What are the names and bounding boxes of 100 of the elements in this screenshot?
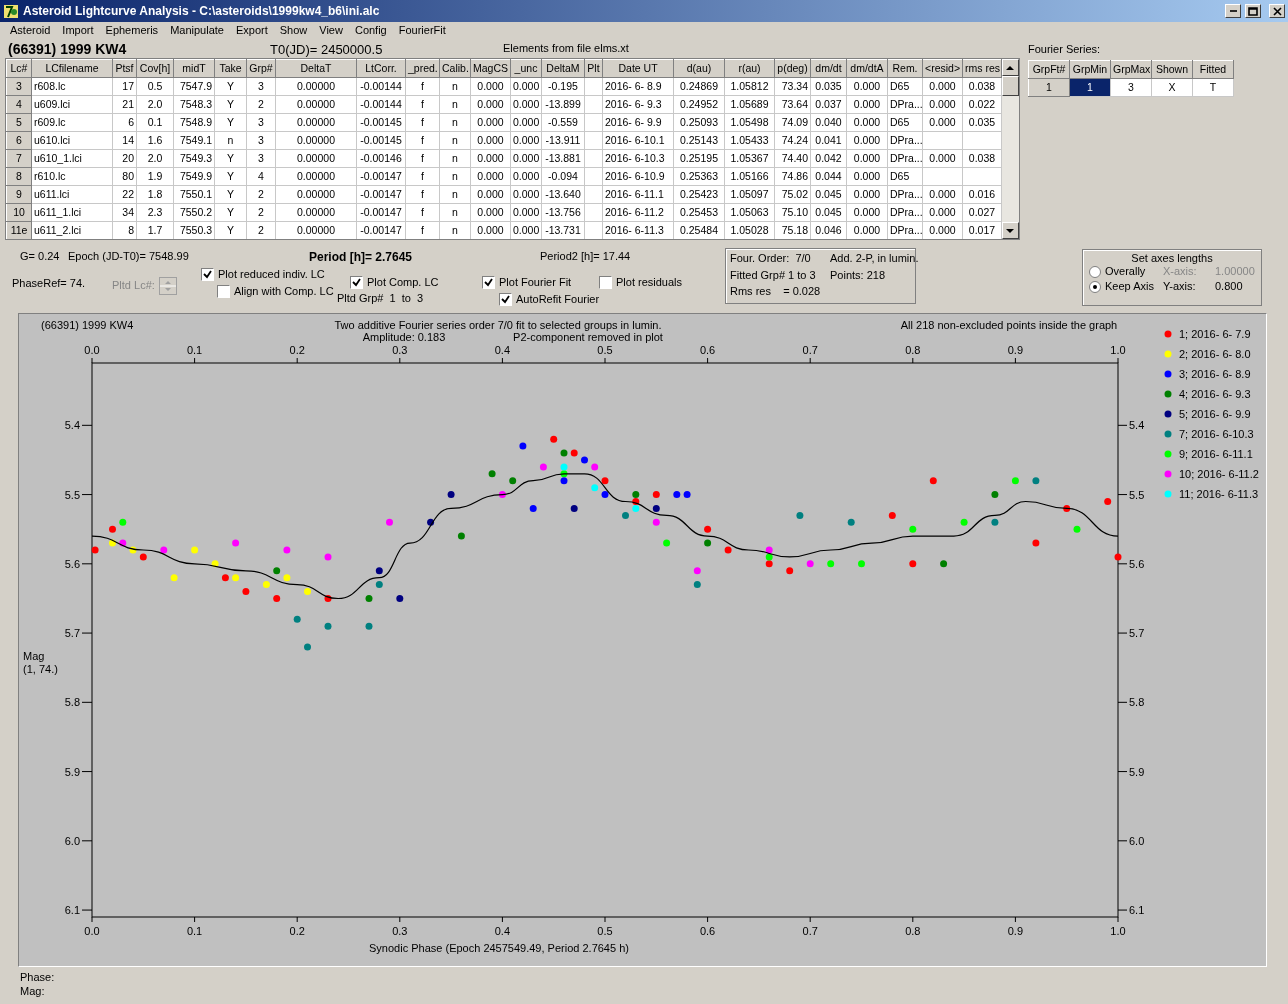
table-cell: 0.00000 [275,149,357,168]
menu-item[interactable]: Asteroid [4,24,57,38]
checkbox-label[interactable]: Plot reduced indiv. LC [218,268,325,282]
table-cell[interactable]: T [1192,78,1234,97]
menu-item[interactable]: FourierFit [392,24,452,38]
table-cell: -0.00144 [356,77,406,96]
table-cell: 7550.1 [173,185,215,204]
table-cell: 0.000 [846,203,888,222]
column-header[interactable]: Shown [1151,60,1193,79]
table-cell: -0.00146 [356,149,406,168]
legend-label: 2; 2016- 6- 8.0 [1179,348,1251,360]
tick-label: 5.9 [1129,765,1145,778]
table-cell: n [439,95,471,114]
column-header[interactable]: r(au) [724,59,775,78]
column-header[interactable]: d(au) [673,59,725,78]
window-title: Asteroid Lightcurve Analysis - C:\asteroids\1999kw4_b6\ini.alc [23,3,381,19]
column-header[interactable]: _unc [510,59,542,78]
tick-label: 5.5 [64,488,80,501]
column-header[interactable]: Date UT [602,59,674,78]
table-cell: 0.5 [136,77,174,96]
table-cell: -0.00147 [356,185,406,204]
menu-item[interactable]: Import [56,24,100,38]
table-cell: f [405,167,440,186]
column-header[interactable]: midT [173,59,215,78]
column-header[interactable]: Rem. [887,59,923,78]
tick-label: 0.9 [1007,925,1024,937]
column-header[interactable]: DeltaM [541,59,585,78]
tick-label: 5.4 [1129,419,1145,432]
checkbox-label[interactable]: Align with Comp. LC [234,285,334,299]
radio-label[interactable]: Overally [1105,265,1146,279]
table-cell: 0.000 [846,77,888,96]
table-cell: 0.00000 [275,203,357,222]
table-cell: 0.000 [922,77,963,96]
tick-label: 1.0 [1110,925,1126,937]
table-cell: 0.000 [922,203,963,222]
column-header[interactable]: DeltaT [275,59,357,78]
table-cell: 0.25453 [673,203,725,222]
tick-label: 5.9 [64,765,80,778]
column-header[interactable]: Ptsf [112,59,137,78]
table-cell: 6 [112,113,137,132]
table-cell: u611_2.lci [31,221,113,239]
phase-ref-value: PhaseRef= 74. [12,277,86,291]
column-header[interactable]: MagCS [470,59,511,78]
menu-item[interactable]: Ephemeris [99,24,165,38]
group-range: Pltd Grp# 1 to 3 [337,291,425,306]
column-header[interactable]: GrpMax [1110,60,1152,79]
tick-label: 0.7 [802,925,818,937]
column-header[interactable]: Take [214,59,247,78]
table-cell: 80 [112,167,137,186]
column-header[interactable]: dm/dt [810,59,847,78]
menu-item[interactable]: Show [273,24,314,38]
checkbox-label[interactable]: AutoRefit Fourier [516,293,600,307]
tick-label: 0.2 [289,344,305,356]
table-cell: n [439,185,471,204]
tick-label: 0.4 [494,344,511,356]
column-header[interactable]: Fitted [1192,60,1234,79]
column-header[interactable]: LCfilename [31,59,113,78]
radio-label[interactable]: Keep Axis [1105,280,1154,294]
table-cell: DPra... [887,203,923,222]
table-cell: 0.044 [810,167,847,186]
table-cell: 3 [246,131,276,150]
column-header[interactable]: p(deg) [774,59,811,78]
menu-item[interactable]: Config [348,24,393,38]
column-header[interactable]: _pred. [405,59,440,78]
checkbox-label[interactable]: Plot residuals [616,276,683,290]
column-header[interactable]: GrpFt# [1028,60,1070,79]
column-header[interactable]: Grp# [246,59,276,78]
period2-value: Period2 [h]= 17.44 [540,250,631,264]
table-cell: 3 [246,77,276,96]
table-cell: n [439,149,471,168]
column-header[interactable]: <resid> [922,59,963,78]
column-header[interactable]: GrpMin [1069,60,1111,79]
tick-label: 6.1 [1129,904,1145,917]
table-cell[interactable]: X [1151,78,1193,97]
table-cell: 22 [112,185,137,204]
table-cell: 0.000 [510,167,542,186]
column-header[interactable]: Calib. [439,59,471,78]
section-label: Fourier Series: [1028,43,1102,57]
menu-item[interactable]: View [313,24,349,38]
tick-label: 0.0 [84,344,100,356]
table-cell: 0.038 [962,77,1002,96]
table-cell: 75.10 [774,203,811,222]
legend-label: 3; 2016- 6- 8.9 [1179,368,1251,380]
table-cell: 2.3 [136,203,174,222]
column-header[interactable]: Lc# [6,59,32,78]
menu-item[interactable]: Manipulate [164,24,230,38]
info-text: Add. 2-P, in lumin. [830,252,919,266]
column-header[interactable]: dm/dtA [846,59,888,78]
table-cell: 0.016 [962,185,1002,204]
table-cell: DPra... [887,149,923,168]
checkbox-label[interactable]: Plot Comp. LC [367,276,439,290]
g-value: G= 0.24 [20,250,61,264]
checkbox-label[interactable]: Plot Fourier Fit [499,276,572,290]
table-cell[interactable]: 3 [1110,78,1152,97]
table-cell: 0.000 [846,185,888,204]
menu-item[interactable]: Export [229,24,274,38]
column-header[interactable]: Cov[h] [136,59,174,78]
column-header[interactable]: LtCorr. [356,59,406,78]
table-cell: D65 [887,113,923,132]
column-header[interactable]: rms res [962,59,1002,78]
